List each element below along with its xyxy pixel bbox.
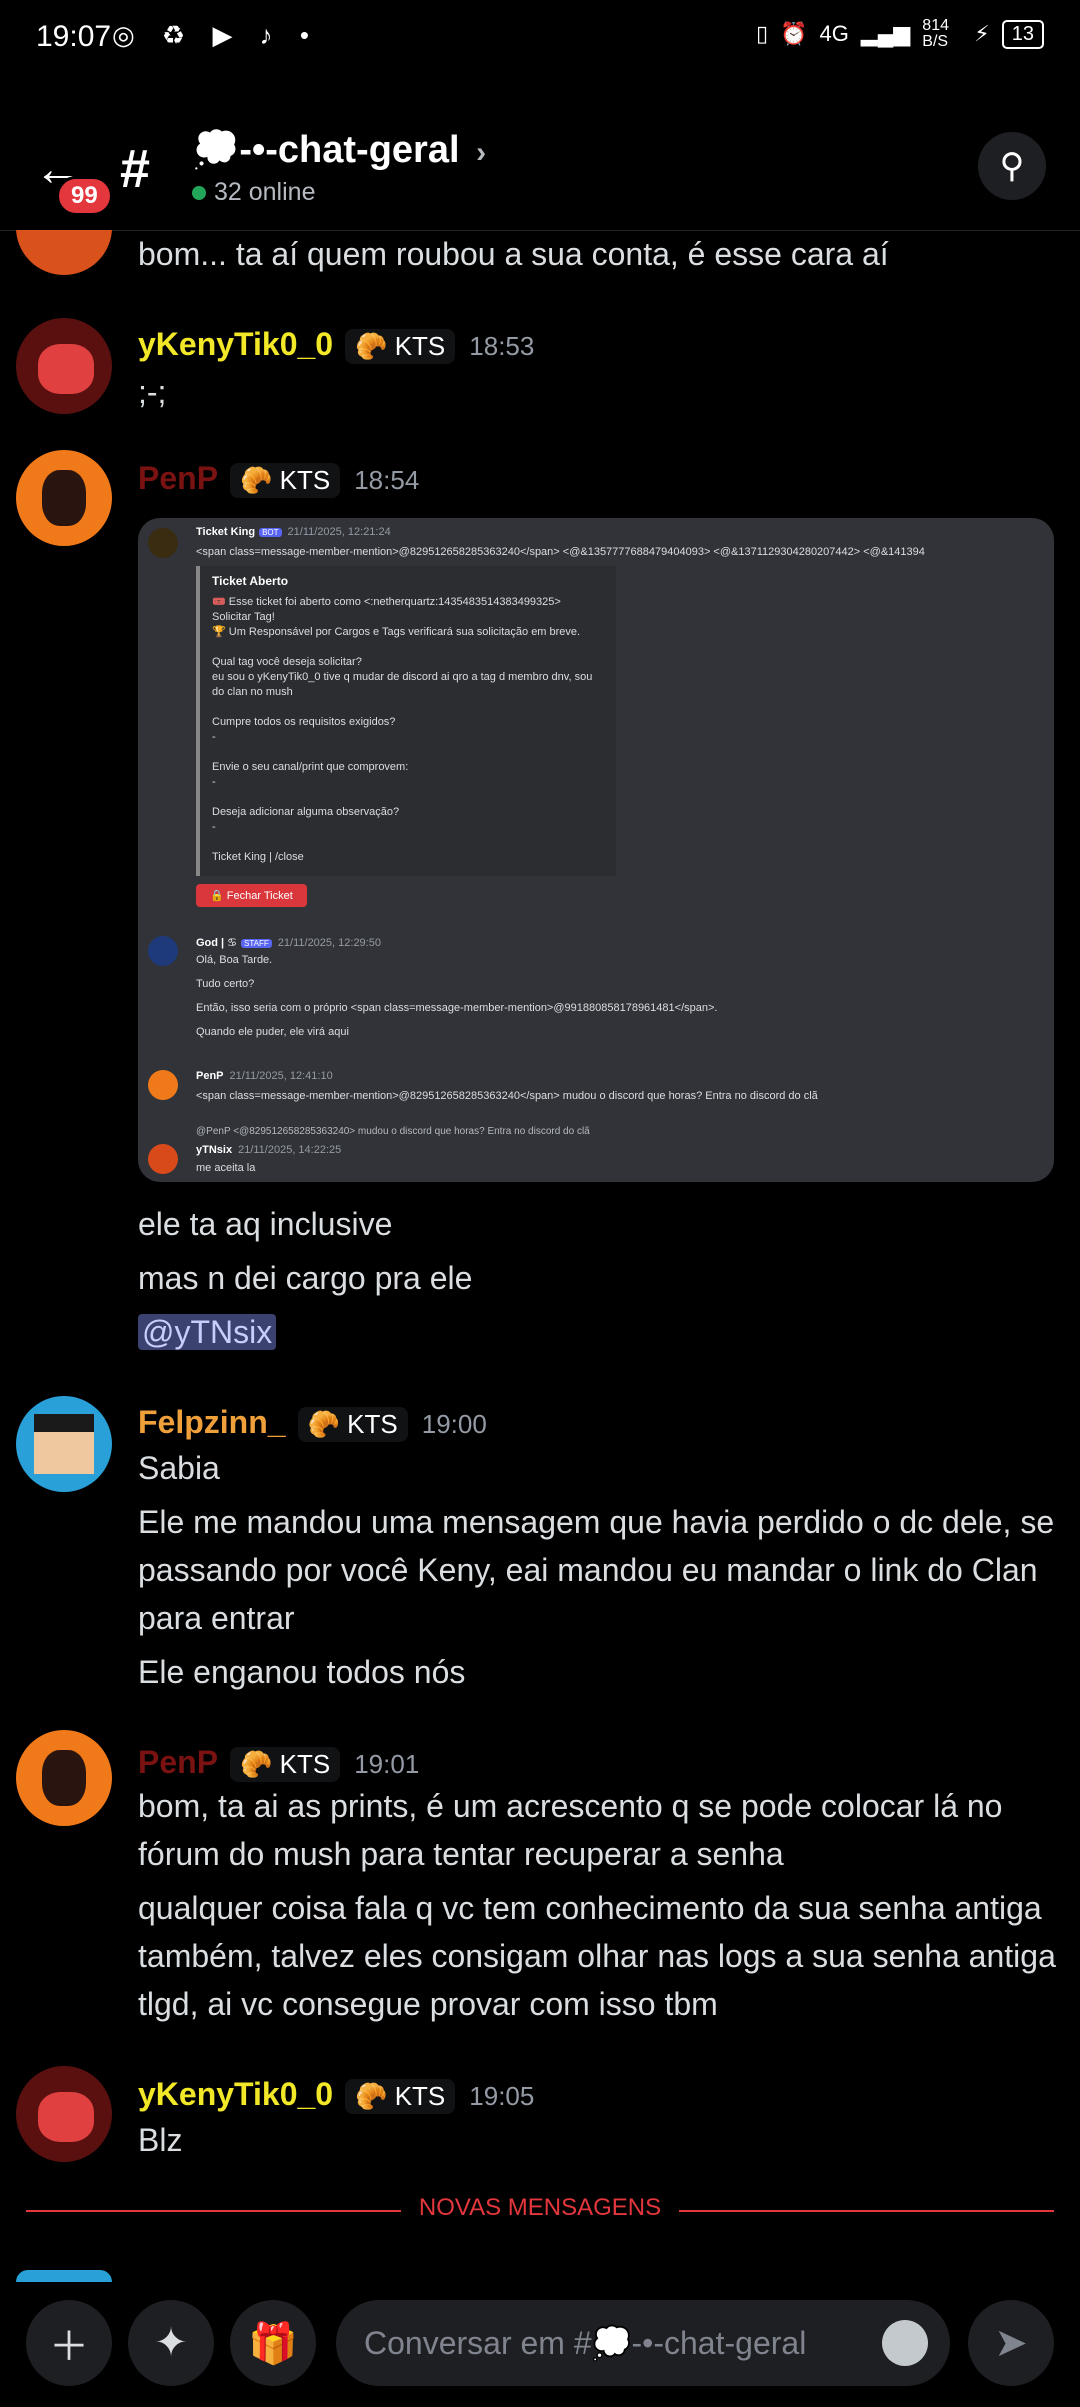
clock: 19:07 <box>36 20 112 53</box>
ticket-line: - <box>212 821 216 833</box>
message-text: @yTNsix <box>138 1308 1058 1356</box>
new-messages-label: NOVAS MENSAGENS <box>400 2194 680 2221</box>
charging-icon: ⚡ <box>974 21 990 46</box>
chevron-right-icon: › <box>476 136 487 169</box>
message-text: Blz <box>138 2122 183 2158</box>
user-mention[interactable]: @yTNsix <box>138 1314 277 1350</box>
ticket-line: Cumpre todos os requisitos exigidos? <box>212 716 396 728</box>
send-icon: ➤ <box>994 2321 1028 2365</box>
avatar[interactable] <box>16 1396 112 1492</box>
speed-label: 814 B/S <box>922 17 949 50</box>
online-count: 32 online <box>192 178 315 207</box>
message-text: Ele me mandou uma mensagem que havia per… <box>138 1504 1055 1636</box>
message-text: Sabia <box>138 1450 220 1486</box>
clan-tag: 🥐 KTS <box>230 463 341 498</box>
gift-button[interactable]: 🎁 <box>230 2300 316 2386</box>
composer-bar: ＋ ✦ 🎁 Conversar em #💭-•-chat-geral ➤ <box>0 2282 1080 2407</box>
avatar <box>148 1070 178 1100</box>
signal-icon: ▂▄▆ <box>860 21 911 46</box>
timestamp: 18:54 <box>354 465 420 495</box>
notification-icons: ◎ ♻ ▶ ♪ • <box>112 20 319 50</box>
vibrate-icon: ▯ <box>755 21 769 46</box>
avatar[interactable] <box>16 2066 112 2162</box>
ticket-line: eu sou o yKenyTik0_0 tive q mudar de dis… <box>212 671 593 698</box>
message-author[interactable]: PenP 🥐 KTS 19:01 <box>138 1744 419 1782</box>
online-dot-icon <box>192 186 206 200</box>
ticket-line: 🎟️ Esse ticket foi aberto como <:netherq… <box>212 596 561 608</box>
status-bar: 19:07 ◎ ♻ ▶ ♪ • ▯ ⏰ 4G ▂▄▆ 814 B/S ⚡ 13 <box>0 0 1080 80</box>
ticket-line: - <box>212 776 216 788</box>
ticket-line <box>212 790 604 805</box>
ticket-line <box>212 700 604 715</box>
network-label: 4G <box>819 21 849 46</box>
message-text: bom... ta aí quem roubou a sua conta, é … <box>138 236 889 272</box>
message-text: ;-; <box>138 374 167 410</box>
battery-indicator: 13 <box>1001 19 1044 49</box>
attached-screenshot[interactable]: Ticket King BOT 21/11/2025, 12:21:24 <span… <box>138 518 1054 1182</box>
clan-tag: 🥐 KTS <box>230 1747 341 1782</box>
ticket-line <box>212 640 604 655</box>
channel-name: 💭-•-chat-geral <box>192 129 460 171</box>
message-author[interactable]: Felpzinn_ 🥐 KTS 19:00 <box>138 1404 487 1442</box>
timestamp: 19:00 <box>421 1409 487 1439</box>
ticket-line: Ticket King | /close <box>212 851 304 863</box>
message-input[interactable]: Conversar em #💭-•-chat-geral <box>336 2300 950 2386</box>
ticket-line <box>212 835 604 850</box>
clan-tag: 🥐 KTS <box>345 2079 456 2114</box>
channel-header: ← 99 # 💭-•-chat-geral › 32 online ⚲ <box>0 120 1080 231</box>
avatar <box>148 528 178 558</box>
avatar[interactable] <box>16 1730 112 1826</box>
clan-tag: 🥐 KTS <box>345 329 456 364</box>
close-ticket-button: 🔒 Fechar Ticket <box>196 884 307 907</box>
search-icon: ⚲ <box>999 147 1025 185</box>
apps-icon: ✦ <box>154 2321 188 2365</box>
message-text: ele ta aq inclusive <box>138 1206 393 1242</box>
apps-button[interactable]: ✦ <box>128 2300 214 2386</box>
locked-channel-icon: # <box>120 139 151 199</box>
ticket-line <box>212 745 604 760</box>
message-text: Ele enganou todos nós <box>138 1654 466 1690</box>
message-text: mas n dei cargo pra ele <box>138 1260 473 1296</box>
ticket-embed: Ticket Aberto 🎟️ Esse ticket foi aberto … <box>196 566 616 876</box>
avatar[interactable] <box>16 450 112 546</box>
message-author[interactable]: yKenyTik0_0 🥐 KTS 18:53 <box>138 326 534 364</box>
channel-title[interactable]: 💭-•-chat-geral › <box>192 128 486 172</box>
timestamp: 18:53 <box>469 331 535 361</box>
system-icons: ▯ ⏰ 4G ▂▄▆ 814 B/S ⚡ 13 <box>756 18 1044 50</box>
unread-badge: 99 <box>56 176 113 216</box>
plus-icon: ＋ <box>49 2325 89 2369</box>
emoji-icon[interactable] <box>882 2320 928 2366</box>
message-author[interactable]: PenP 🥐 KTS 18:54 <box>138 460 419 498</box>
gift-icon: 🎁 <box>248 2321 298 2366</box>
add-attachment-button[interactable]: ＋ <box>26 2300 112 2386</box>
avatar[interactable] <box>16 2270 112 2282</box>
ticket-line: - <box>212 731 216 743</box>
alarm-icon: ⏰ <box>780 21 808 46</box>
ticket-line: Qual tag você deseja solicitar? <box>212 656 362 668</box>
message-text: qualquer coisa fala q vc tem conheciment… <box>138 1890 1056 2022</box>
message-author[interactable]: yKenyTik0_0 🥐 KTS 19:05 <box>138 2076 534 2114</box>
ticket-line: Solicitar Tag! <box>212 611 275 623</box>
search-button[interactable]: ⚲ <box>978 132 1046 200</box>
avatar <box>148 936 178 966</box>
send-button[interactable]: ➤ <box>968 2300 1054 2386</box>
avatar[interactable] <box>16 318 112 414</box>
ticket-line: Envie o seu canal/print que comprovem: <box>212 761 409 773</box>
ticket-line: 🏆 Um Responsável por Cargos e Tags verif… <box>212 626 581 638</box>
timestamp: 19:01 <box>354 1749 420 1779</box>
message-text: bom, ta ai as prints, é um acrescento q … <box>138 1788 1003 1872</box>
avatar <box>148 1144 178 1174</box>
ticket-line: Deseja adicionar alguma observação? <box>212 806 400 818</box>
timestamp: 19:05 <box>469 2081 535 2111</box>
clan-tag: 🥐 KTS <box>297 1407 408 1442</box>
